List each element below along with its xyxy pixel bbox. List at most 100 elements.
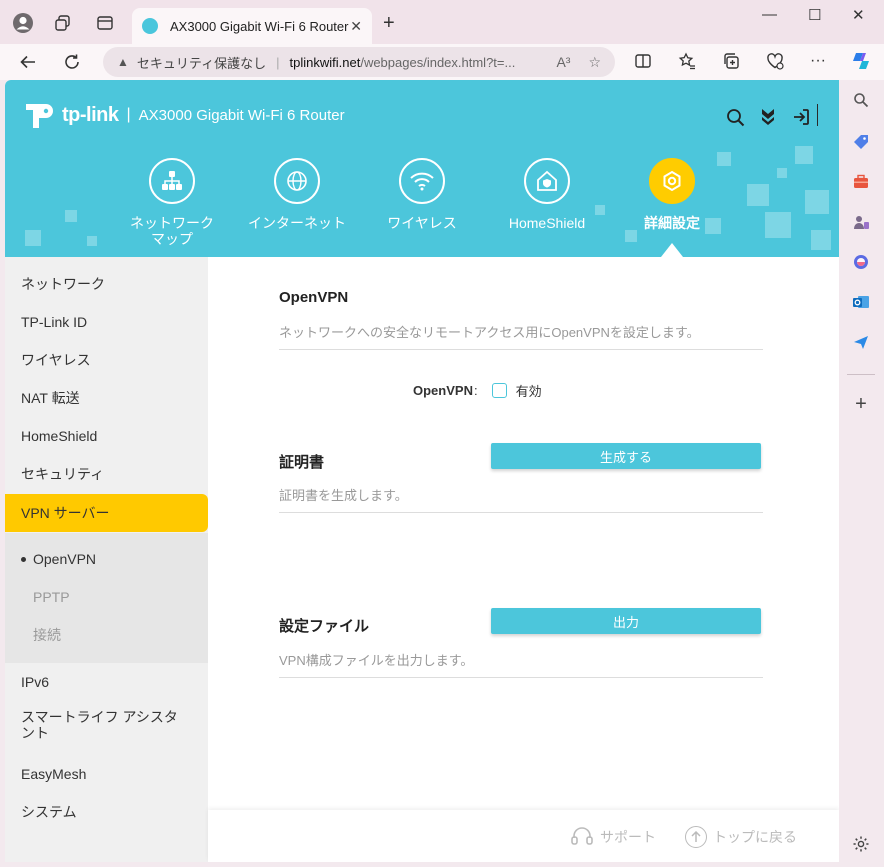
support-link[interactable]: サポート	[570, 826, 656, 848]
sidebar-item-homeshield[interactable]: HomeShield	[5, 417, 208, 455]
warning-triangle-icon[interactable]: ▲	[117, 55, 129, 69]
sidebar-subitem-pptp[interactable]: PPTP	[5, 578, 208, 616]
sidebar-item-nat[interactable]: NAT 転送	[5, 379, 208, 417]
sidebar-item-vpn-server[interactable]: VPN サーバー	[5, 494, 208, 532]
sidebar-item-tplink-id[interactable]: TP-Link ID	[5, 303, 208, 341]
nav-label: 詳細設定	[644, 215, 700, 231]
workspaces-icon[interactable]	[50, 10, 76, 36]
page-footer: サポート トップに戻る	[208, 810, 839, 862]
outlook-icon[interactable]	[851, 292, 871, 312]
sidebar-item-network[interactable]: ネットワーク	[5, 265, 208, 303]
active-nav-indicator	[661, 243, 683, 257]
new-tab-button[interactable]: +	[383, 12, 395, 35]
sidebar-divider	[847, 374, 875, 375]
brand-separator: |	[126, 106, 131, 123]
brand-name: tp-link	[62, 103, 119, 126]
vpn-submenu: OpenVPN PPTP 接続	[5, 533, 208, 663]
certificate-section-desc: 証明書を生成します。	[279, 485, 763, 513]
decor-pixel	[747, 184, 769, 206]
openvpn-enable-label[interactable]: 有効	[516, 381, 542, 400]
games-icon[interactable]	[851, 212, 871, 232]
tab-close-icon[interactable]: ✕	[350, 18, 362, 35]
address-bar[interactable]: ▲ セキュリティ保護なし | tplinkwifi.net /webpages/…	[103, 47, 615, 77]
nav-homeshield[interactable]: HomeShield	[477, 158, 617, 231]
browser-tab-bar: AX3000 Gigabit Wi-Fi 6 Router ✕ + — ☐ ✕	[0, 0, 884, 44]
globe-icon	[274, 158, 320, 204]
nav-advanced[interactable]: 詳細設定	[602, 158, 742, 231]
headset-icon	[570, 826, 594, 848]
nav-internet[interactable]: インターネット	[227, 158, 367, 231]
security-status-text: セキュリティ保護なし	[136, 55, 267, 71]
router-header: tp-link | AX3000 Gigabit Wi-Fi 6 Router …	[5, 80, 839, 257]
nav-network-map[interactable]: ネットワーク マップ	[102, 158, 242, 247]
tp-link-logo-icon	[26, 104, 53, 128]
settings-sidebar: ネットワーク TP-Link ID ワイヤレス NAT 転送 HomeShiel…	[5, 257, 208, 862]
favorites-icon[interactable]	[678, 52, 696, 75]
support-label: サポート	[600, 829, 656, 845]
tp-link-favicon-icon	[142, 18, 158, 34]
shopping-tag-icon[interactable]	[851, 132, 871, 152]
export-config-button[interactable]: 出力	[491, 608, 761, 634]
back-to-top-link[interactable]: トップに戻る	[685, 826, 797, 848]
openvpn-section-desc: ネットワークへの安全なリモートアクセス用にOpenVPNを設定します。	[279, 322, 763, 350]
send-arrow-icon[interactable]	[851, 332, 871, 352]
refresh-icon[interactable]	[60, 50, 84, 74]
decor-pixel	[777, 168, 787, 178]
router-page: tp-link | AX3000 Gigabit Wi-Fi 6 Router …	[5, 80, 839, 862]
router-model: AX3000 Gigabit Wi-Fi 6 Router	[138, 106, 345, 124]
sidebar-item-ipv6[interactable]: IPv6	[5, 663, 208, 701]
search-icon[interactable]	[851, 90, 871, 110]
tp-link-logo[interactable]: tp-link | AX3000 Gigabit Wi-Fi 6 Router	[22, 98, 345, 132]
edge-sidebar: +	[839, 80, 884, 867]
microsoft-365-icon[interactable]	[851, 252, 871, 272]
vertical-tabs-icon[interactable]	[92, 10, 118, 36]
copilot-icon[interactable]	[850, 50, 872, 77]
sidebar-item-security[interactable]: セキュリティ	[5, 455, 208, 493]
home-shield-icon	[524, 158, 570, 204]
header-search-icon[interactable]	[724, 106, 746, 128]
url-path: /webpages/index.html?t=...	[360, 54, 516, 70]
browser-tab-active[interactable]: AX3000 Gigabit Wi-Fi 6 Router ✕	[132, 8, 372, 44]
favorite-star-icon[interactable]: ☆	[588, 54, 601, 71]
sidebar-item-system[interactable]: システム	[5, 793, 208, 831]
close-window-button[interactable]: ✕	[852, 6, 865, 24]
nav-label: ネットワーク マップ	[130, 215, 214, 247]
decor-pixel	[811, 230, 831, 250]
settings-more-button[interactable]: ···	[810, 52, 826, 70]
generate-certificate-button[interactable]: 生成する	[491, 443, 761, 469]
back-to-top-label: トップに戻る	[713, 829, 797, 845]
sidebar-subitem-connections[interactable]: 接続	[5, 616, 208, 654]
sidebar-item-easymesh[interactable]: EasyMesh	[5, 755, 208, 793]
sidebar-subitem-openvpn[interactable]: OpenVPN	[5, 540, 208, 578]
profile-icon[interactable]	[10, 10, 36, 36]
decor-pixel	[25, 230, 41, 246]
browser-toolbar: ▲ セキュリティ保護なし | tplinkwifi.net /webpages/…	[0, 44, 884, 80]
sidebar-item-smart-life[interactable]: スマートライフ アシスタント	[5, 705, 208, 745]
nav-label: ワイヤレス	[387, 215, 457, 231]
nav-wireless[interactable]: ワイヤレス	[352, 158, 492, 231]
openvpn-field-label: OpenVPN	[413, 383, 473, 398]
decor-pixel	[805, 190, 829, 214]
read-aloud-icon[interactable]: A³	[556, 54, 570, 71]
nav-label: HomeShield	[508, 215, 586, 231]
openvpn-enable-checkbox[interactable]	[491, 383, 507, 398]
header-divider	[817, 104, 818, 126]
certificate-section-title: 証明書	[279, 454, 325, 471]
openvpn-enable-field: OpenVPN : 有効	[413, 381, 542, 400]
minimize-button[interactable]: —	[762, 6, 777, 23]
tools-briefcase-icon[interactable]	[851, 172, 871, 192]
back-arrow-icon[interactable]	[16, 50, 40, 74]
maximize-button[interactable]: ☐	[808, 6, 821, 24]
firmware-download-icon[interactable]	[757, 106, 779, 128]
collections-icon[interactable]	[722, 52, 740, 75]
decor-pixel	[765, 212, 791, 238]
main-content: OpenVPN ネットワークへの安全なリモートアクセス用にOpenVPNを設定し…	[208, 257, 839, 810]
decor-pixel	[795, 146, 813, 164]
logout-icon[interactable]	[790, 106, 812, 128]
add-plus-icon[interactable]: +	[851, 393, 871, 415]
config-file-section-desc: VPN構成ファイルを出力します。	[279, 650, 763, 678]
sidebar-settings-gear-icon[interactable]	[851, 834, 871, 854]
browser-essentials-icon[interactable]	[766, 52, 784, 75]
split-screen-icon[interactable]	[634, 52, 652, 75]
sidebar-item-wireless[interactable]: ワイヤレス	[5, 341, 208, 379]
